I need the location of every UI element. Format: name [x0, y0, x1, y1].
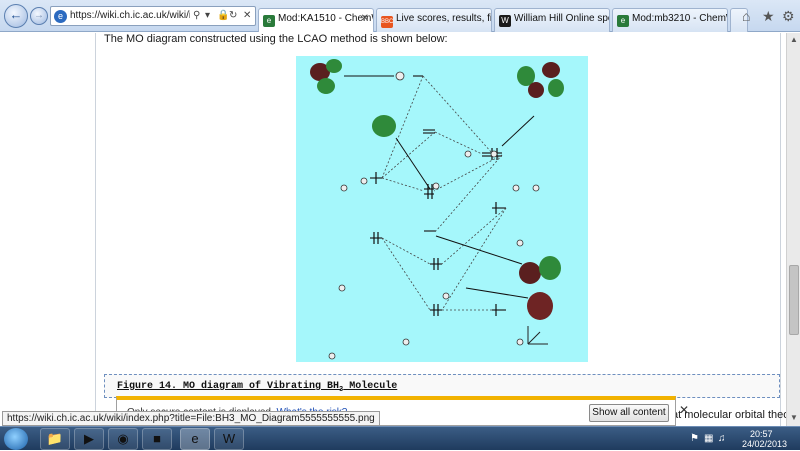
chrome-taskbar-icon[interactable]: ◉: [108, 428, 138, 450]
word-taskbar-icon[interactable]: W: [214, 428, 244, 450]
clock-time[interactable]: 20:57: [750, 429, 773, 439]
status-url-tooltip: https://wiki.ch.ic.ac.uk/wiki/index.php?…: [2, 411, 380, 426]
clock-date[interactable]: 24/02/2013: [742, 439, 787, 449]
tab-label: William Hill Online sports betti...: [514, 13, 609, 24]
explorer-taskbar-icon[interactable]: 📁: [40, 428, 70, 450]
dropdown-icon[interactable]: ▾: [205, 10, 210, 21]
toolbar-icons: ⌂ ★ ⚙: [740, 0, 800, 32]
close-notification-icon[interactable]: ✕: [679, 403, 689, 417]
settings-gear-icon[interactable]: ⚙: [782, 8, 795, 25]
home-icon[interactable]: ⌂: [742, 8, 750, 24]
tab-mb3210[interactable]: eMod:mb3210 - ChemWiki: [612, 8, 728, 32]
figure-caption: Figure 14. MO diagram of Vibrating BH3 M…: [117, 381, 397, 394]
figure-caption-box: Figure 14. MO diagram of Vibrating BH3 M…: [104, 374, 780, 398]
tab-label: Live scores, results, fixtures, ta...: [396, 13, 492, 24]
address-bar[interactable]: e https://wiki.ch.ic.ac.uk/wiki/index.ph…: [50, 6, 256, 26]
forward-button[interactable]: →: [30, 7, 48, 25]
start-button[interactable]: [4, 428, 28, 450]
lock-icon[interactable]: 🔒: [217, 10, 229, 21]
refresh-icon[interactable]: ↻: [229, 10, 237, 21]
search-icon[interactable]: ⚲: [193, 10, 200, 21]
browser-toolbar: ← → e https://wiki.ch.ic.ac.uk/wiki/inde…: [0, 0, 800, 32]
stop-icon[interactable]: ✕: [243, 10, 251, 21]
william-hill-favicon-icon: W: [499, 15, 511, 27]
scroll-up-arrow-icon[interactable]: ▲: [788, 33, 800, 47]
vertical-scrollbar[interactable]: ▲ ▼: [786, 33, 800, 426]
address-url[interactable]: https://wiki.ch.ic.ac.uk/wiki/index.php?…: [70, 10, 190, 24]
action-center-icon[interactable]: ⚑: [690, 433, 699, 444]
system-tray: ⚑ ▦ ♫ 20:57 24/02/2013: [686, 427, 800, 451]
tab-label: Mod:KA1510 - ChemWiki: [278, 13, 373, 24]
favorites-star-icon[interactable]: ★: [762, 8, 775, 25]
wiki-favicon-icon: e: [263, 15, 275, 27]
close-tab-icon[interactable]: ✕: [361, 13, 369, 24]
scroll-down-arrow-icon[interactable]: ▼: [788, 411, 800, 425]
volume-icon[interactable]: ♫: [718, 433, 726, 444]
internet-explorer-taskbar-icon[interactable]: e: [180, 428, 210, 450]
ms-paint-taskbar-icon[interactable]: ■: [142, 428, 172, 450]
figure-caption-text: Figure 14. MO diagram of Vibrating BH: [117, 381, 340, 392]
back-button[interactable]: ←: [4, 4, 28, 28]
show-all-content-button[interactable]: Show all content: [589, 404, 669, 422]
tab-william-hill[interactable]: WWilliam Hill Online sports betti...: [494, 8, 610, 32]
tab-label: Mod:mb3210 - ChemWiki: [632, 13, 727, 24]
figure-caption-suffix: Molecule: [343, 381, 398, 392]
media-player-taskbar-icon[interactable]: ▶: [74, 428, 104, 450]
windows-taskbar: 📁 ▶ ◉ ■ e W ⚑ ▦ ♫ 20:57 24/02/2013: [0, 426, 800, 450]
scroll-thumb[interactable]: [789, 265, 799, 335]
tab-kA1510[interactable]: eMod:KA1510 - ChemWiki ✕: [258, 8, 374, 32]
intro-paragraph: The MO diagram constructed using the LCA…: [104, 33, 448, 45]
mo-diagram-drawing: [310, 59, 564, 360]
body-text-fragment: at molecular orbital theory is: [672, 409, 786, 421]
network-icon[interactable]: ▦: [704, 433, 713, 444]
bbc-favicon-icon: BBC: [381, 16, 393, 28]
wiki-favicon-icon: e: [617, 15, 629, 27]
tab-live-scores[interactable]: BBCLive scores, results, fixtures, ta...: [376, 8, 492, 32]
mo-diagram-image[interactable]: [296, 56, 588, 362]
site-favicon-icon: e: [54, 10, 67, 23]
page-viewport: The MO diagram constructed using the LCA…: [0, 33, 786, 426]
